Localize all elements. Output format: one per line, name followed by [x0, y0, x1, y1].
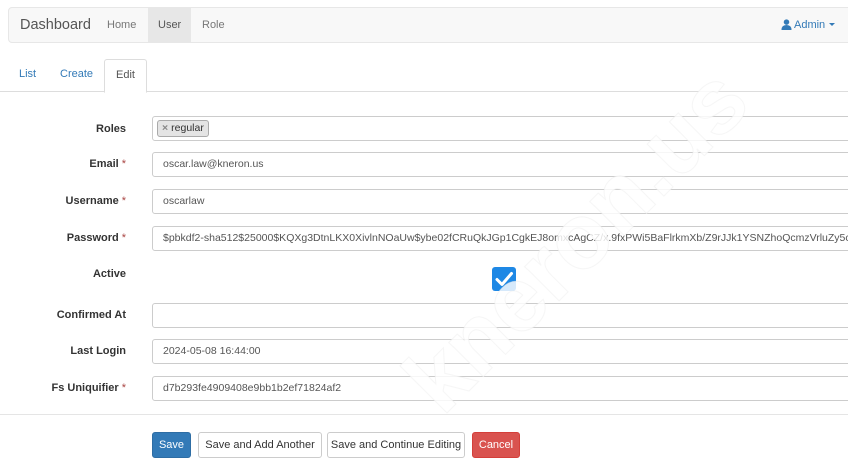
form-divider: [0, 414, 848, 415]
user-icon: [781, 19, 792, 30]
close-icon[interactable]: ×: [162, 122, 168, 134]
nav-role[interactable]: Role: [192, 8, 235, 42]
fs-uniquifier-label: Fs Uniquifier *: [51, 382, 126, 394]
tab-edit[interactable]: Edit: [104, 59, 147, 93]
cancel-button[interactable]: Cancel: [472, 432, 520, 458]
admin-label: Admin: [794, 19, 826, 31]
view-tabs: List Create Edit: [0, 59, 848, 93]
save-and-continue-editing-button[interactable]: Save and Continue Editing: [327, 432, 465, 458]
confirmed-at-label: Confirmed At: [56, 309, 126, 321]
roles-label: Roles: [96, 123, 126, 135]
password-field[interactable]: $pbkdf2-sha512$25000$KQXg3DtnLKX0XivlnNO…: [152, 226, 848, 251]
nav-home[interactable]: Home: [97, 8, 146, 42]
chevron-down-icon: [829, 23, 836, 26]
brand-dashboard-link[interactable]: Dashboard: [20, 17, 91, 33]
email-field[interactable]: oscar.law@kneron.us: [152, 152, 848, 177]
required-marker: *: [121, 382, 126, 394]
top-navbar: Dashboard Home User Role Admin: [8, 7, 848, 43]
password-label: Password *: [66, 232, 126, 244]
admin-user-menu[interactable]: Admin: [781, 8, 836, 42]
required-marker: *: [121, 158, 126, 170]
roles-select[interactable]: × regular: [152, 116, 848, 141]
tab-create[interactable]: Create: [50, 59, 103, 92]
required-marker: *: [121, 195, 126, 207]
save-and-add-another-button[interactable]: Save and Add Another: [198, 432, 322, 458]
active-checkbox[interactable]: [492, 267, 516, 291]
username-field[interactable]: oscarlaw: [152, 189, 848, 214]
confirmed-at-field[interactable]: [152, 303, 848, 328]
required-marker: *: [121, 232, 126, 244]
checkmark-icon: [495, 272, 513, 286]
save-button[interactable]: Save: [152, 432, 191, 458]
last-login-label: Last Login: [70, 345, 126, 357]
username-label: Username *: [65, 195, 126, 207]
nav-user[interactable]: User: [148, 8, 192, 42]
active-label: Active: [92, 268, 126, 280]
last-login-field[interactable]: 2024-05-08 16:44:00: [152, 339, 848, 364]
fs-uniquifier-field[interactable]: d7b293fe4909408e9bb1b2ef71824af2: [152, 376, 848, 401]
tab-list[interactable]: List: [9, 59, 46, 92]
role-tag: × regular: [157, 120, 209, 137]
email-label: Email *: [89, 158, 126, 170]
